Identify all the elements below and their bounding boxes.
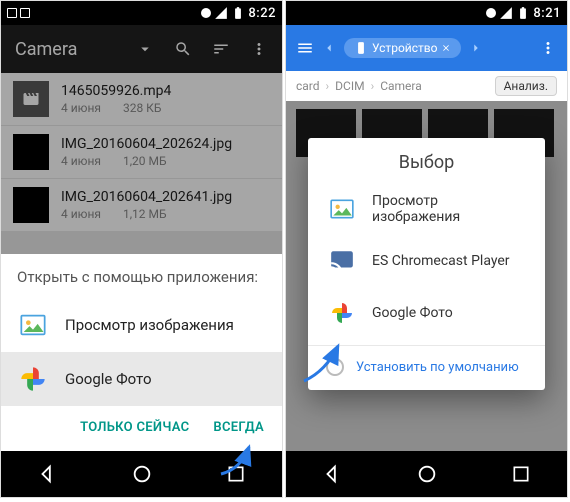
app-title: Camera (15, 39, 136, 60)
file-thumb-video (13, 81, 49, 117)
sheet-item-google-photos[interactable]: Google Фото (1, 352, 282, 406)
dialog-item-label: ES Chromecast Player (372, 253, 510, 269)
chevron-left-icon[interactable] (322, 41, 336, 55)
file-thumb-image (13, 187, 49, 223)
status-bar: 8:21 (286, 1, 567, 25)
file-name: IMG_20160604_202624.jpg (61, 136, 270, 152)
device-tag-label: Устройство (372, 41, 437, 55)
video-icon (22, 90, 40, 108)
open-with-sheet: Открыть с помощью приложения: Просмотр и… (1, 254, 282, 451)
chromecast-icon (326, 245, 358, 277)
es-toolbar: Устройство (286, 25, 567, 71)
file-size: 328 КБ (123, 101, 161, 115)
nav-home-icon[interactable] (416, 463, 438, 485)
file-size: 1,12 МБ (123, 207, 167, 221)
file-row[interactable]: IMG_20160604_202624.jpg 4 июня 1,20 МБ (1, 126, 282, 178)
device-tag[interactable]: Устройство (344, 38, 461, 58)
open-with-dialog: Выбор Просмотр изображения ES Chromecast… (308, 138, 545, 390)
status-time: 8:21 (533, 6, 561, 21)
nav-back-icon[interactable] (37, 463, 59, 485)
set-default-label: Установить по умолчанию (356, 360, 519, 375)
crumb-seg[interactable]: card (296, 79, 320, 93)
always-button[interactable]: ВСЕГДА (205, 412, 272, 443)
crumb-seg[interactable]: Camera (380, 79, 422, 93)
google-photos-icon (17, 363, 49, 395)
nav-recent-icon[interactable] (511, 464, 531, 484)
nav-bar (1, 451, 282, 497)
nav-back-icon[interactable] (322, 463, 344, 485)
nav-home-icon[interactable] (131, 463, 153, 485)
status-battery-icon (231, 6, 245, 20)
search-icon[interactable] (174, 40, 192, 58)
menu-icon[interactable] (296, 39, 314, 57)
file-name: IMG_20160604_202641.jpg (61, 189, 270, 205)
dialog-item-google-photos[interactable]: Google Фото (308, 287, 545, 339)
file-date: 4 июня (61, 101, 101, 115)
status-icon-1 (7, 8, 17, 18)
file-date: 4 июня (61, 154, 101, 168)
breadcrumb: card › DCIM › Camera Анализ. (286, 71, 567, 101)
dialog-item-label: Google Фото (372, 305, 453, 321)
file-name: 1465059926.mp4 (61, 83, 270, 99)
file-row[interactable]: 1465059926.mp4 4 июня 328 КБ (1, 73, 282, 125)
dropdown-icon[interactable] (136, 40, 154, 58)
status-battery-icon (516, 6, 530, 20)
dialog-item-label: Просмотр изображения (372, 193, 527, 225)
status-signal-icon (214, 6, 228, 20)
phone-right: 8:21 Устройство card › DCIM › Camera Ана… (285, 0, 568, 498)
gallery-icon (17, 309, 49, 341)
analyze-button[interactable]: Анализ. (495, 76, 557, 96)
google-photos-icon (326, 297, 358, 329)
just-once-button[interactable]: ТОЛЬКО СЕЙЧАС (72, 412, 197, 443)
status-icon-2 (20, 8, 30, 18)
phone-icon (354, 41, 368, 55)
sheet-item-label: Просмотр изображения (65, 316, 234, 334)
dialog-title: Выбор (308, 138, 545, 183)
nav-recent-icon[interactable] (226, 464, 246, 484)
file-date: 4 июня (61, 207, 101, 221)
status-dnd-icon (486, 8, 496, 18)
radio-unchecked[interactable] (326, 358, 344, 376)
status-dnd-icon (201, 8, 211, 18)
phone-left: 8:22 Camera 1465059926.mp4 4 июня 328 КБ (0, 0, 283, 498)
overflow-icon[interactable] (539, 39, 557, 57)
set-default-row[interactable]: Установить по умолчанию (308, 346, 545, 390)
sheet-title: Открыть с помощью приложения: (1, 254, 282, 298)
sheet-item-label: Google Фото (65, 370, 152, 388)
file-size: 1,20 МБ (123, 154, 167, 168)
file-row[interactable]: IMG_20160604_202641.jpg 4 июня 1,12 МБ (1, 179, 282, 231)
overflow-icon[interactable] (250, 40, 268, 58)
status-bar: 8:22 (1, 1, 282, 25)
file-thumb-image (13, 134, 49, 170)
crumb-seg[interactable]: DCIM (335, 79, 364, 93)
nav-bar (286, 451, 567, 497)
chevron-right-icon[interactable] (469, 41, 483, 55)
file-list: 1465059926.mp4 4 июня 328 КБ IMG_2016060… (1, 73, 282, 265)
dialog-item-gallery[interactable]: Просмотр изображения (308, 183, 545, 235)
sheet-item-gallery[interactable]: Просмотр изображения (1, 298, 282, 352)
gallery-icon (326, 193, 358, 225)
chevron-right-icon: › (326, 79, 330, 93)
chevron-right-icon: › (371, 79, 375, 93)
status-time: 8:22 (248, 6, 276, 21)
sort-icon[interactable] (212, 40, 230, 58)
status-signal-icon (499, 6, 513, 20)
dialog-item-es-chromecast[interactable]: ES Chromecast Player (308, 235, 545, 287)
close-icon[interactable] (441, 41, 451, 55)
app-bar: Camera (1, 25, 282, 73)
